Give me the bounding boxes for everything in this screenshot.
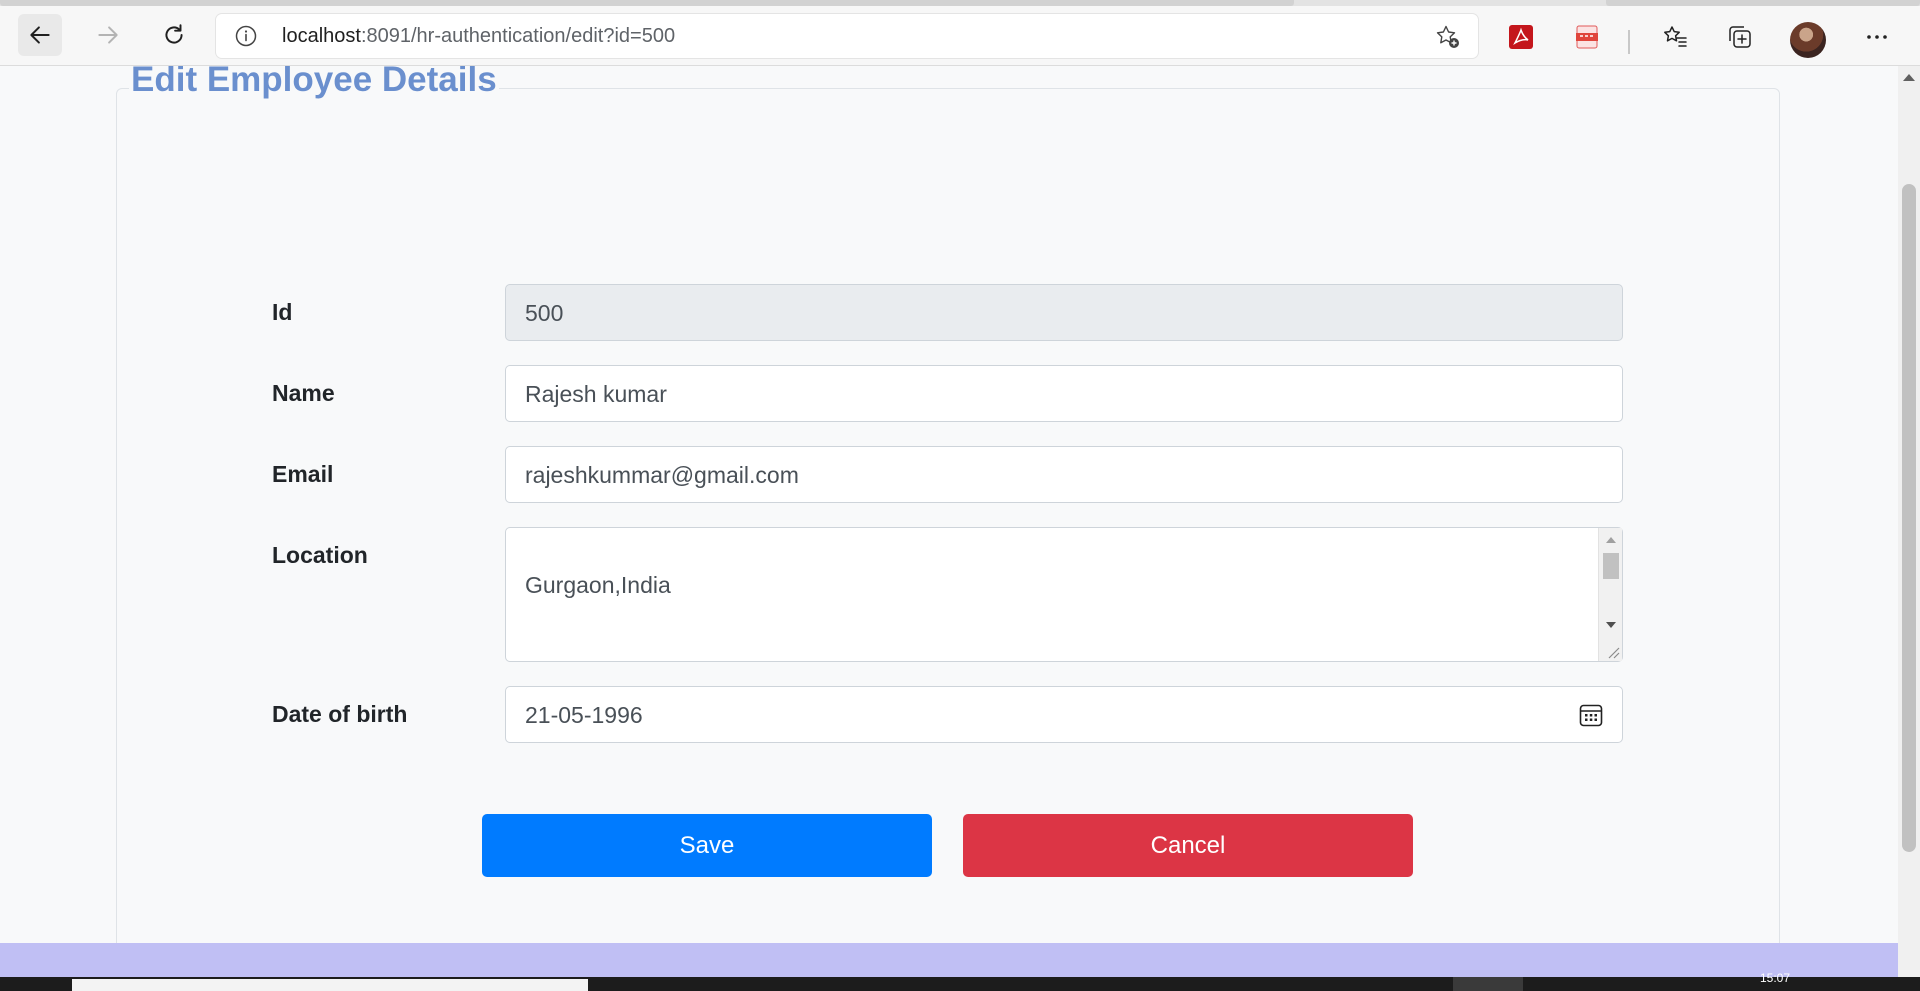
reload-button[interactable] [152, 14, 196, 56]
more-options-icon[interactable] [1862, 22, 1892, 52]
resize-grip-icon[interactable] [1606, 645, 1620, 659]
toolbar-separator [1628, 30, 1630, 54]
pdf-extension-icon[interactable] [1506, 22, 1536, 52]
os-taskbar: 15:07 [0, 971, 1920, 991]
scroll-thumb[interactable] [1603, 553, 1619, 579]
email-label: Email [272, 461, 334, 487]
location-textarea[interactable]: Gurgaon,India [505, 527, 1623, 662]
dob-value: 21-05-1996 [525, 702, 643, 728]
page-scroll-thumb[interactable] [1902, 184, 1916, 852]
textarea-scrollbar[interactable] [1598, 528, 1622, 661]
pdfjs-extension-icon[interactable] [1572, 22, 1602, 52]
location-label: Location [272, 542, 368, 568]
site-info-icon[interactable] [234, 24, 258, 48]
url-path: :8091/hr-authentication/edit?id=500 [360, 25, 676, 47]
id-field: 500 [505, 284, 1623, 341]
reload-icon [165, 24, 183, 44]
forward-button[interactable] [86, 14, 130, 56]
collections-icon[interactable] [1725, 22, 1755, 52]
id-label: Id [272, 299, 293, 325]
scroll-up-arrow-icon[interactable] [1606, 537, 1616, 543]
name-label: Name [272, 380, 335, 406]
url-text[interactable]: localhost:8091/hr-authentication/edit?id… [282, 25, 675, 48]
save-button[interactable]: Save [482, 814, 932, 877]
url-host: localhost [282, 25, 361, 47]
scroll-down-arrow-icon[interactable] [1606, 622, 1616, 628]
taskbar-active-app[interactable] [1453, 977, 1523, 991]
add-favorite-icon[interactable] [1434, 23, 1462, 51]
name-input[interactable]: Rajesh kumar [505, 365, 1623, 422]
favorites-icon[interactable] [1660, 22, 1690, 52]
location-value: Gurgaon,India [525, 572, 671, 598]
taskbar-search[interactable] [72, 979, 588, 991]
page-viewport: Edit Employee Details Id 500 Name Rajesh… [0, 66, 1898, 991]
forward-arrow-icon [98, 26, 118, 44]
profile-avatar[interactable] [1790, 22, 1826, 58]
page-scrollbar[interactable] [1898, 66, 1920, 991]
calendar-icon[interactable] [1578, 702, 1604, 728]
dob-label: Date of birth [272, 701, 408, 727]
page-title: Edit Employee Details [129, 66, 499, 100]
back-button[interactable] [18, 14, 62, 56]
taskbar-clock: 15:07 [1760, 971, 1791, 985]
dob-input[interactable]: 21-05-1996 [505, 686, 1623, 743]
cancel-button[interactable]: Cancel [963, 814, 1413, 877]
address-bar[interactable]: localhost:8091/hr-authentication/edit?id… [216, 14, 1478, 58]
email-input[interactable]: rajeshkummar@gmail.com [505, 446, 1623, 503]
back-arrow-icon [30, 26, 50, 44]
browser-toolbar: localhost:8091/hr-authentication/edit?id… [0, 6, 1920, 66]
page-scroll-up-icon[interactable] [1903, 74, 1915, 81]
